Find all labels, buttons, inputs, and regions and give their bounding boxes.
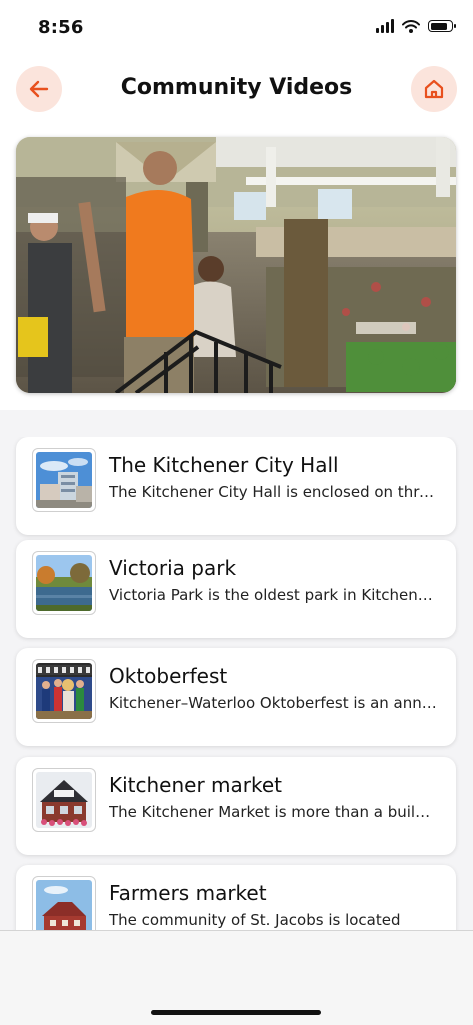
city-hall-photo (36, 452, 92, 508)
status-icons (376, 19, 456, 33)
home-button[interactable] (411, 66, 457, 112)
battery-icon (428, 20, 456, 32)
video-title: Victoria park (109, 556, 237, 580)
video-title: Farmers market (109, 881, 267, 905)
video-description: The Kitchener City Hall is enclosed on t… (109, 483, 439, 501)
status-time: 8:56 (38, 17, 84, 38)
home-icon (424, 79, 444, 99)
signal-icon (376, 19, 394, 33)
video-title: Oktoberfest (109, 664, 228, 688)
top-section: 8:56 Community Videos (0, 0, 473, 410)
video-description: The community of St. Jacobs is located (109, 911, 401, 929)
market-interior-photo (16, 137, 456, 393)
wifi-icon (402, 19, 420, 33)
video-list[interactable]: The Kitchener City Hall The Kitchener Ci… (0, 437, 473, 930)
video-card[interactable]: Kitchener market The Kitchener Market is… (16, 757, 456, 855)
video-description: Victoria Park is the oldest park in Kitc… (109, 586, 439, 604)
video-card[interactable]: Victoria park Victoria Park is the oldes… (16, 540, 456, 638)
video-thumbnail (32, 659, 96, 723)
header: Community Videos (0, 62, 473, 118)
status-bar: 8:56 (0, 0, 473, 56)
bottom-bar (0, 930, 473, 1025)
video-title: The Kitchener City Hall (109, 453, 339, 477)
video-card[interactable]: Farmers market The community of St. Jaco… (16, 865, 456, 930)
video-thumbnail (32, 876, 96, 930)
video-card[interactable]: The Kitchener City Hall The Kitchener Ci… (16, 437, 456, 535)
video-thumbnail (32, 768, 96, 832)
page-title: Community Videos (120, 75, 353, 100)
video-card[interactable]: Oktoberfest Kitchener–Waterloo Oktoberfe… (16, 648, 456, 746)
oktoberfest-photo (36, 663, 92, 719)
video-description: Kitchener–Waterloo Oktoberfest is an ann… (109, 694, 439, 712)
farmers-market-photo (36, 880, 92, 930)
video-title: Kitchener market (109, 773, 283, 797)
home-indicator[interactable] (151, 1010, 321, 1015)
market-photo (36, 772, 92, 828)
featured-video-thumbnail[interactable] (16, 137, 456, 393)
park-photo (36, 555, 92, 611)
video-description: The Kitchener Market is more than a buil… (109, 803, 439, 821)
video-thumbnail (32, 551, 96, 615)
video-thumbnail (32, 448, 96, 512)
